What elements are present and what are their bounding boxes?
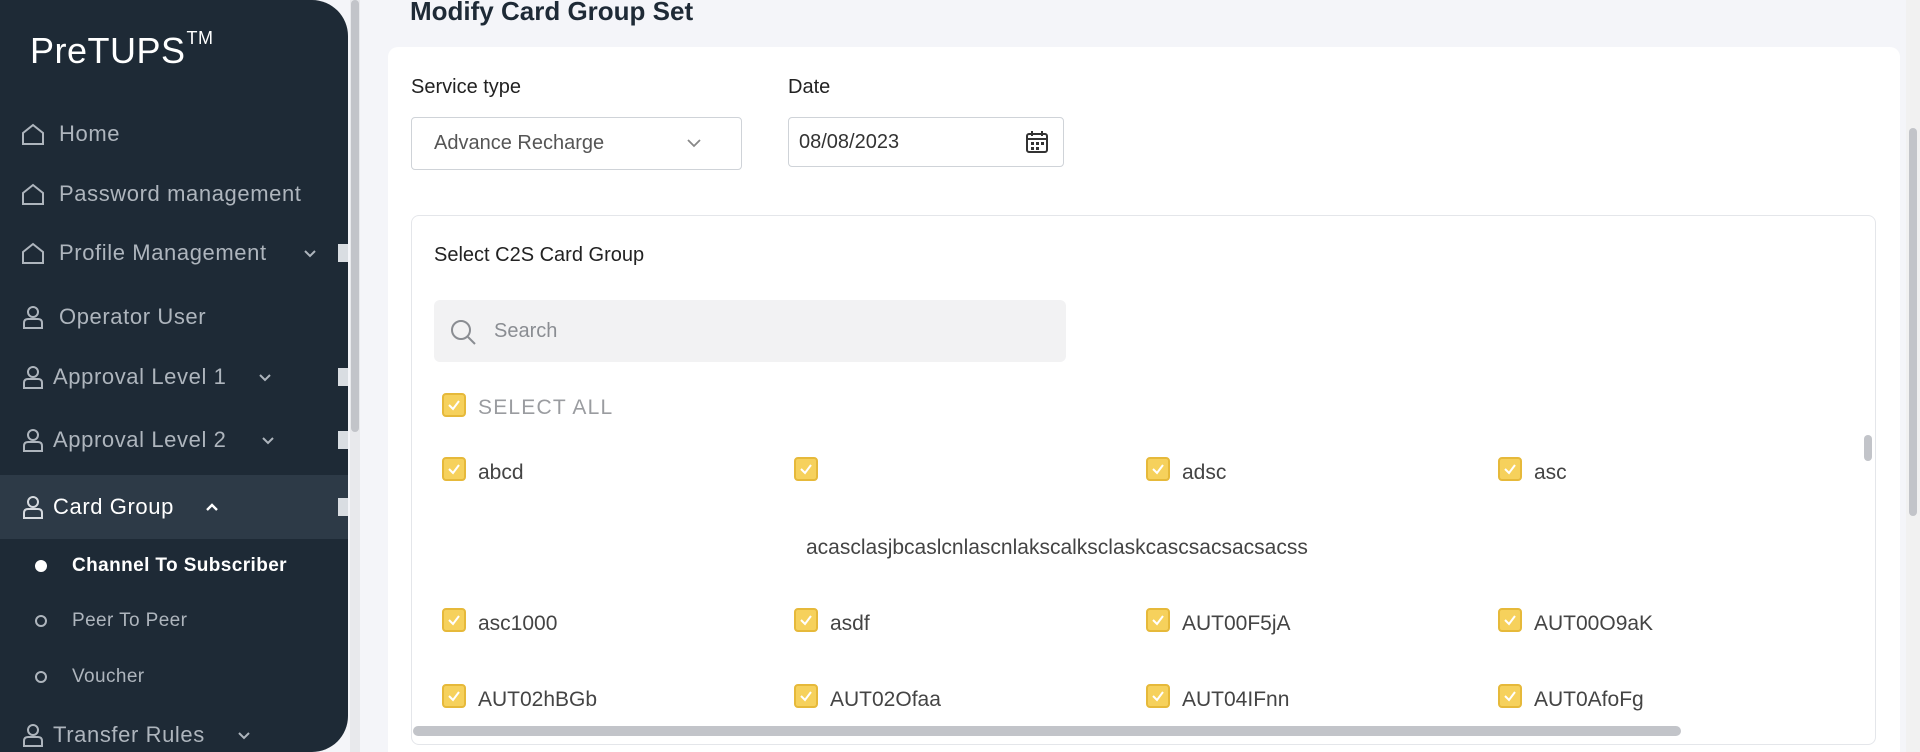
list-scrollbar-thumb[interactable] (1864, 435, 1872, 461)
card-group-checkbox[interactable] (794, 457, 818, 481)
service-type-value: Advance Recharge (434, 132, 605, 154)
chevron-down-icon (238, 732, 250, 740)
sidebar-item-card-group[interactable]: Card Group (0, 475, 348, 539)
user-icon (23, 496, 43, 519)
page-title: Modify Card Group Set (410, 0, 694, 26)
sidebar-subitem-channel-to-subscriber[interactable]: Channel To Subscriber (0, 546, 348, 586)
home-icon (22, 183, 44, 205)
page-scrollbar[interactable] (1906, 0, 1920, 752)
sidebar-item-label: Approval Level 2 (53, 427, 227, 452)
scroll-marker (338, 431, 348, 449)
sidebar-item-label: Operator User (59, 304, 207, 329)
card-group-item-label: AUT02Ofaa (830, 688, 941, 711)
user-icon (23, 429, 43, 452)
card-group-title: Select C2S Card Group (434, 244, 645, 266)
sidebar-item-approval-level-1[interactable]: Approval Level 1 (0, 347, 348, 407)
sidebar-item-transfer-rules[interactable]: Transfer Rules (0, 705, 348, 752)
search-icon (451, 320, 476, 345)
card-group-item-label: AUT00O9aK (1534, 612, 1654, 635)
scroll-marker (338, 244, 348, 262)
sidebar-subitem-peer-to-peer[interactable]: Peer To Peer (0, 601, 348, 641)
sidebar-subitem-label: Peer To Peer (72, 610, 188, 631)
sidebar-subitem-label: Channel To Subscriber (72, 555, 287, 576)
sidebar-item-profile-management[interactable]: Profile Management (0, 223, 348, 283)
sidebar-item-home[interactable]: Home (0, 104, 348, 164)
service-type-label: Service type (411, 76, 522, 98)
card-group-checkbox[interactable] (442, 457, 466, 481)
card-group-checkbox[interactable] (442, 608, 466, 632)
scrollbar-thumb[interactable] (1909, 128, 1917, 516)
sidebar-subitem-voucher[interactable]: Voucher (0, 657, 348, 697)
user-icon (23, 724, 43, 747)
card-group-checkbox[interactable] (1146, 457, 1170, 481)
card-group-checkbox[interactable] (1498, 684, 1522, 708)
card-group-panel (411, 215, 1876, 745)
sidebar-item-password-management[interactable]: Password management (0, 164, 348, 224)
sidebar-item-approval-level-2[interactable]: Approval Level 2 (0, 410, 348, 470)
chevron-up-icon (206, 503, 218, 511)
card-group-checkbox[interactable] (794, 684, 818, 708)
card-group-item-label: AUT00F5jA (1182, 612, 1291, 635)
chevron-down-icon (304, 250, 316, 258)
home-icon (22, 242, 44, 264)
card-group-item-label: AUT04IFnn (1182, 688, 1290, 711)
sidebar-item-label: Profile Management (59, 240, 267, 265)
card-group-item-label: acasclasjbcaslcnlascnlakscalksclaskcascs… (806, 536, 1308, 559)
chevron-down-icon (262, 437, 274, 445)
sidebar-subitem-label: Voucher (72, 666, 145, 687)
service-type-select[interactable]: Advance Recharge (411, 117, 742, 170)
card-group-item-label: AUT0AfoFg (1534, 688, 1644, 711)
search-field[interactable] (434, 300, 1066, 362)
card-group-item-label: asdf (830, 612, 870, 635)
sidebar-item-operator-user[interactable]: Operator User (0, 287, 348, 347)
card-group-checkbox[interactable] (1146, 608, 1170, 632)
select-all-label: SELECT ALL (478, 396, 614, 419)
scrollbar-thumb[interactable] (413, 726, 1681, 736)
scrollbar-thumb[interactable] (351, 0, 359, 432)
card-group-checkbox[interactable] (1498, 608, 1522, 632)
search-input[interactable] (494, 300, 1054, 362)
bullet-icon (35, 671, 47, 683)
app-logo[interactable]: PreTUPSTM (30, 28, 214, 72)
scroll-marker (338, 368, 348, 386)
sidebar-scrollbar[interactable] (350, 0, 360, 752)
sidebar-item-label: Home (59, 121, 121, 146)
date-value: 08/08/2023 (799, 130, 900, 153)
user-icon (23, 306, 43, 329)
card-group-item-label: adsc (1182, 461, 1227, 484)
date-field[interactable]: 08/08/2023 (788, 117, 1064, 167)
calendar-icon[interactable] (1023, 128, 1051, 156)
bullet-icon (35, 615, 47, 627)
sidebar-item-label: Password management (59, 181, 302, 206)
home-icon (22, 123, 44, 145)
card-group-item-label: asc (1534, 461, 1567, 484)
sidebar-item-label: Transfer Rules (53, 722, 205, 747)
sidebar-item-label: Approval Level 1 (53, 364, 227, 389)
card-group-checkbox[interactable] (1146, 684, 1170, 708)
scroll-marker (338, 498, 348, 516)
card-group-checkbox[interactable] (1498, 457, 1522, 481)
card-group-item-label: asc1000 (478, 612, 558, 635)
card-group-checkbox[interactable] (794, 608, 818, 632)
user-icon (23, 366, 43, 389)
chevron-down-icon (687, 139, 701, 148)
bullet-icon (35, 560, 47, 572)
horizontal-scrollbar[interactable] (411, 726, 1876, 738)
card-group-item-label: abcd (478, 461, 524, 484)
date-label: Date (788, 76, 831, 98)
select-all-checkbox[interactable] (442, 393, 466, 417)
sidebar: PreTUPSTM Home Password management Profi… (0, 0, 348, 752)
card-group-item-label: AUT02hBGb (478, 688, 598, 711)
sidebar-item-label: Card Group (53, 494, 174, 519)
card-group-checkbox[interactable] (442, 684, 466, 708)
chevron-down-icon (259, 374, 271, 382)
